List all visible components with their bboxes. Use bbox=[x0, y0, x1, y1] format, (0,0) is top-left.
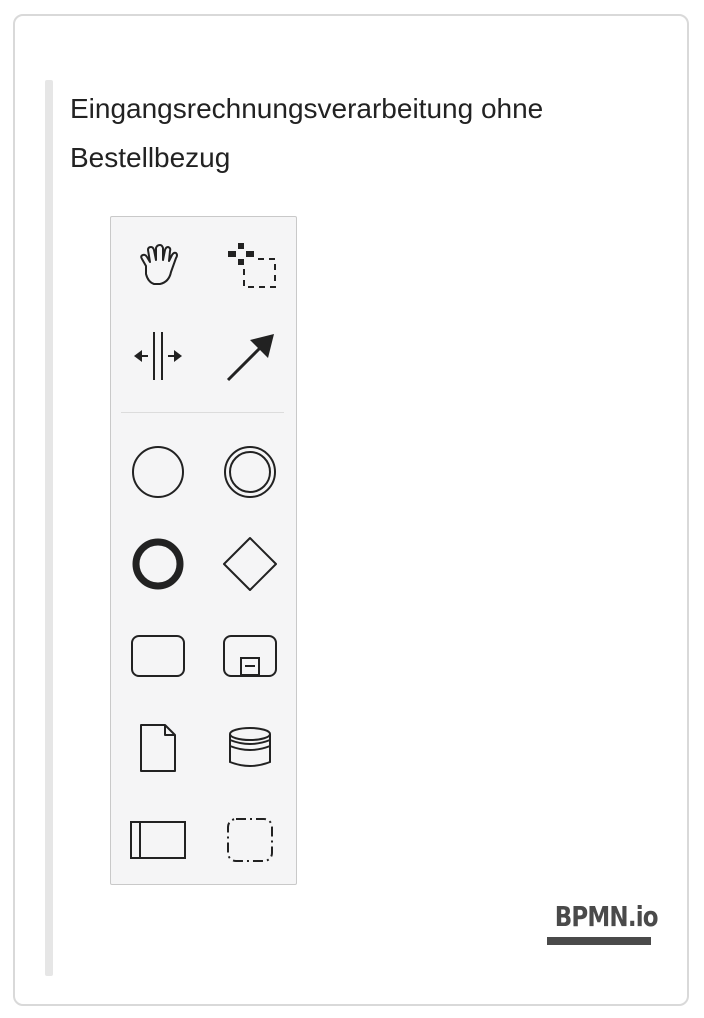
lasso-tool[interactable] bbox=[215, 231, 285, 301]
hand-tool[interactable] bbox=[123, 231, 193, 301]
palette-separator bbox=[121, 412, 284, 413]
gateway-icon bbox=[223, 537, 277, 591]
create-gateway[interactable] bbox=[215, 529, 285, 599]
create-group[interactable] bbox=[215, 805, 285, 875]
create-data-store[interactable] bbox=[215, 713, 285, 783]
lasso-icon bbox=[228, 243, 276, 288]
space-tool[interactable] bbox=[123, 321, 193, 391]
end-event-icon bbox=[132, 538, 184, 590]
intermediate-event-icon bbox=[224, 446, 276, 498]
logo-text: BPMN.io bbox=[554, 900, 659, 933]
create-end-event[interactable] bbox=[123, 529, 193, 599]
group-icon bbox=[227, 818, 273, 862]
create-subprocess[interactable] bbox=[215, 621, 285, 691]
logo-underline bbox=[547, 937, 651, 945]
connect-arrow-icon bbox=[226, 334, 274, 382]
pool-icon bbox=[130, 821, 186, 859]
data-object-icon bbox=[140, 724, 176, 772]
create-start-event[interactable] bbox=[123, 437, 193, 507]
create-intermediate-event[interactable] bbox=[215, 437, 285, 507]
diagram-title: Eingangsrechnungsverarbeitung ohne Beste… bbox=[70, 93, 544, 173]
quote-bar bbox=[45, 80, 53, 976]
tool-palette bbox=[110, 216, 297, 885]
task-icon bbox=[131, 635, 185, 677]
start-event-icon bbox=[132, 446, 184, 498]
hand-icon bbox=[140, 244, 178, 285]
data-store-icon bbox=[229, 727, 271, 767]
subprocess-icon bbox=[223, 635, 277, 677]
global-connect-tool[interactable] bbox=[215, 321, 285, 391]
create-pool[interactable] bbox=[123, 805, 193, 875]
create-task[interactable] bbox=[123, 621, 193, 691]
create-data-object[interactable] bbox=[123, 713, 193, 783]
bpmn-io-logo[interactable]: BPMN.io bbox=[545, 900, 659, 948]
space-icon bbox=[134, 332, 182, 380]
